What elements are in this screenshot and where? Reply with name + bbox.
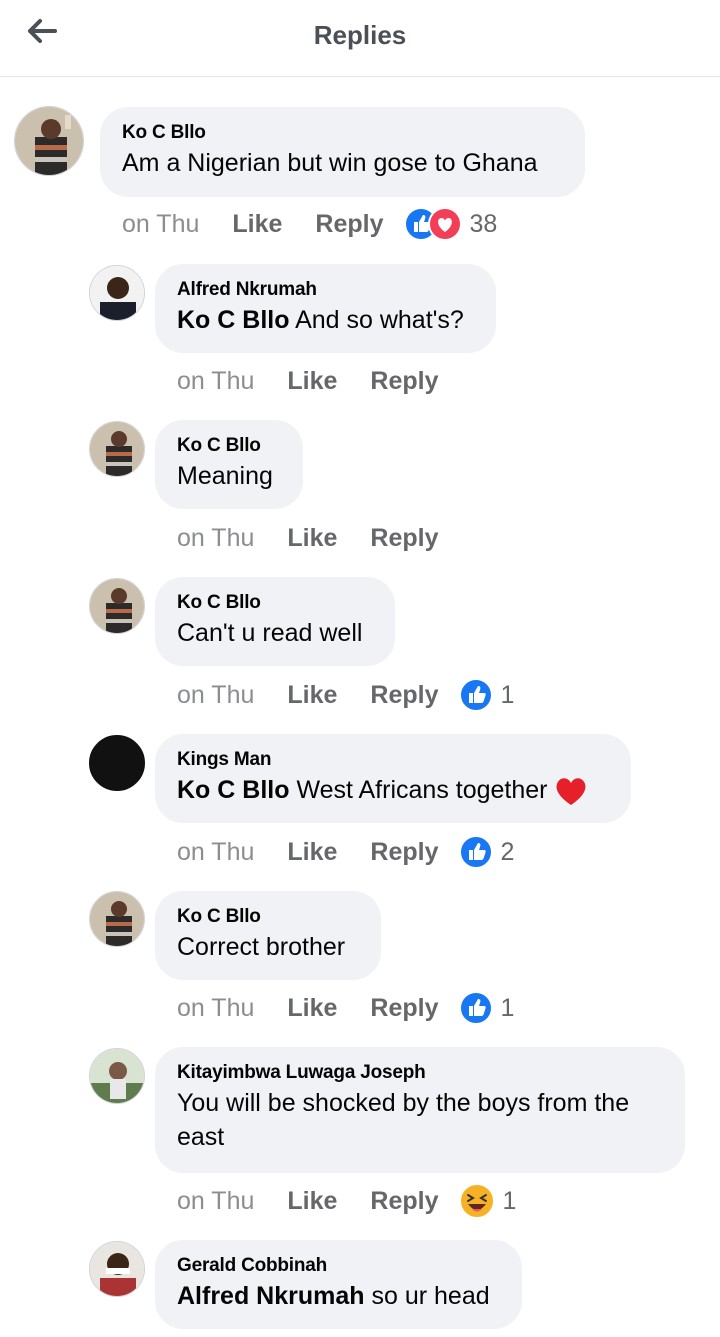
avatar[interactable] — [89, 578, 145, 634]
page-title: Replies — [313, 20, 407, 50]
comment-time[interactable]: on Thu — [122, 210, 199, 239]
reaction-summary[interactable]: 1 — [458, 678, 515, 712]
avatar[interactable] — [89, 891, 145, 947]
heart-icon — [427, 207, 462, 241]
avatar[interactable] — [89, 735, 145, 791]
comment-text: Alfred Nkrumah so ur head — [177, 1282, 490, 1310]
comment-author[interactable]: Ko C Bllo — [177, 434, 281, 458]
comment-actions: on Thu Like Reply — [177, 364, 439, 398]
reaction-count: 1 — [500, 680, 515, 709]
reaction-summary[interactable]: 1 — [458, 1183, 517, 1219]
reply-button[interactable]: Reply — [370, 367, 438, 396]
comment-actions: on Thu Like Reply 1 — [177, 678, 514, 712]
comment-time[interactable]: on Thu — [177, 994, 254, 1023]
comment-text: You will be shocked by the boys from the… — [177, 1089, 630, 1151]
comment-actions: on Thu Like Reply 1 — [177, 1183, 517, 1219]
comment-author[interactable]: Ko C Bllo — [177, 591, 373, 615]
comment-text: Can't u read well — [177, 619, 363, 647]
comment-author[interactable]: Ko C Bllo — [122, 121, 563, 145]
reaction-summary[interactable]: 2 — [458, 835, 515, 869]
reply-button[interactable]: Reply — [315, 210, 383, 239]
reaction-summary[interactable]: 38 — [403, 207, 498, 241]
comment-time[interactable]: on Thu — [177, 1187, 254, 1216]
comment-time[interactable]: on Thu — [177, 838, 254, 867]
avatar[interactable] — [89, 265, 145, 321]
avatar[interactable] — [89, 1241, 145, 1297]
reaction-count: 38 — [469, 209, 498, 238]
comment-text: Ko C Bllo And so what's? — [177, 306, 464, 334]
comment-author[interactable]: Kings Man — [177, 748, 609, 772]
reply-button[interactable]: Reply — [370, 681, 438, 710]
reaction-summary[interactable]: 1 — [458, 991, 515, 1025]
like-button[interactable]: Like — [287, 1187, 337, 1216]
comment-bubble: Ko C Bllo Meaning — [155, 420, 303, 509]
thumbs-up-icon — [458, 678, 493, 712]
comment-author[interactable]: Ko C Bllo — [177, 905, 359, 929]
comment-actions: on Thu Like Reply 1 — [177, 991, 514, 1025]
comment-author[interactable]: Kitayimbwa Luwaga Joseph — [177, 1061, 663, 1085]
comment-time[interactable]: on Thu — [177, 681, 254, 710]
comment-actions: on Thu Like Reply 2 — [177, 835, 514, 869]
red-heart-icon — [556, 778, 585, 806]
comment-bubble: Gerald Cobbinah Alfred Nkrumah so ur hea… — [155, 1240, 522, 1329]
comment-time[interactable]: on Thu — [177, 367, 254, 396]
reaction-count: 1 — [502, 1186, 517, 1215]
like-button[interactable]: Like — [287, 838, 337, 867]
like-button[interactable]: Like — [287, 524, 337, 553]
mention-link[interactable]: Ko C Bllo — [177, 776, 290, 804]
top-bar: Replies — [0, 0, 720, 77]
comment-author[interactable]: Gerald Cobbinah — [177, 1254, 500, 1278]
like-button[interactable]: Like — [232, 210, 282, 239]
comment-bubble: Ko C Bllo Am a Nigerian but win gose to … — [100, 107, 585, 197]
comment-text: Am a Nigerian but win gose to Ghana — [122, 149, 538, 177]
mention-link[interactable]: Ko C Bllo — [177, 306, 290, 334]
avatar[interactable] — [89, 421, 145, 477]
like-button[interactable]: Like — [287, 681, 337, 710]
reaction-count: 1 — [500, 993, 515, 1022]
comment-text: Meaning — [177, 462, 273, 490]
avatar[interactable] — [89, 1048, 145, 1104]
comment-time[interactable]: on Thu — [177, 524, 254, 553]
comment-bubble: Kitayimbwa Luwaga Joseph You will be sho… — [155, 1047, 685, 1173]
comment-actions: on Thu Like Reply — [177, 521, 439, 555]
comment-actions: on Thu Like Reply 38 — [122, 207, 497, 241]
comment-bubble: Alfred Nkrumah Ko C Bllo And so what's? — [155, 264, 496, 353]
avatar[interactable] — [14, 106, 84, 176]
reply-button[interactable]: Reply — [370, 524, 438, 553]
comment-text: Correct brother — [177, 933, 346, 961]
thumbs-up-icon — [458, 991, 493, 1025]
reply-button[interactable]: Reply — [370, 1187, 438, 1216]
comment-bubble: Kings Man Ko C Bllo West Africans togeth… — [155, 734, 631, 823]
comment-author[interactable]: Alfred Nkrumah — [177, 278, 474, 302]
laughing-face-icon — [458, 1183, 495, 1219]
reply-button[interactable]: Reply — [370, 994, 438, 1023]
like-button[interactable]: Like — [287, 994, 337, 1023]
reply-button[interactable]: Reply — [370, 838, 438, 867]
reaction-count: 2 — [500, 837, 515, 866]
comment-text: Ko C Bllo West Africans together — [177, 773, 609, 807]
mention-link[interactable]: Alfred Nkrumah — [177, 1282, 365, 1310]
thumbs-up-icon — [458, 835, 493, 869]
comment-bubble: Ko C Bllo Correct brother — [155, 891, 381, 980]
like-button[interactable]: Like — [287, 367, 337, 396]
comment-bubble: Ko C Bllo Can't u read well — [155, 577, 395, 666]
